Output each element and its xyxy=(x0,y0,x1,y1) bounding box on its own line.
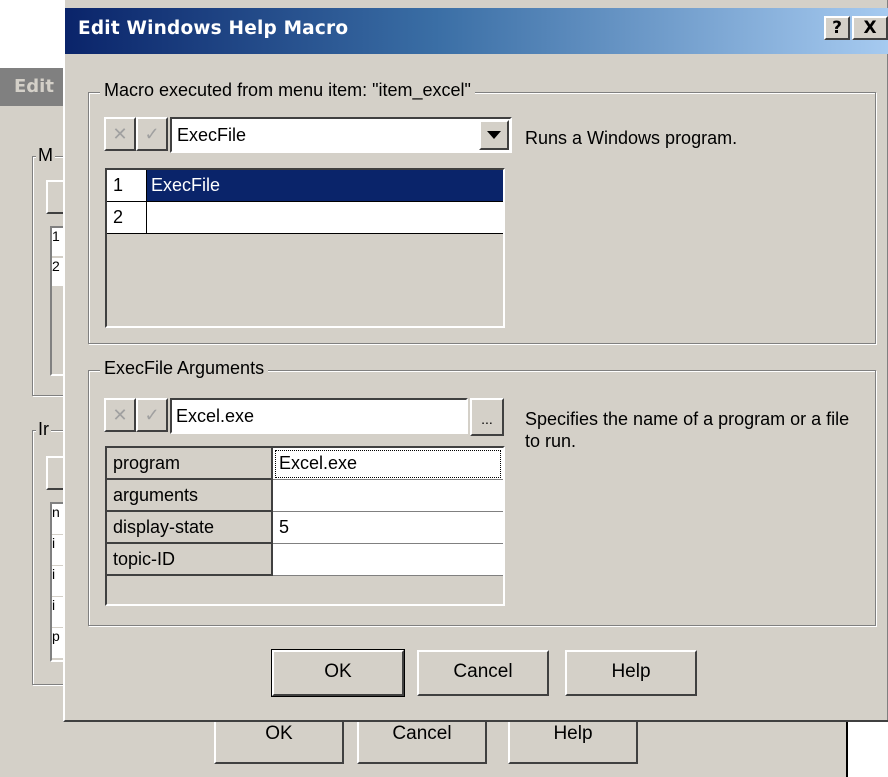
cancel-argument-edit-button[interactable]: ✕ xyxy=(104,398,136,432)
dropdown-button[interactable] xyxy=(479,120,509,150)
background-ok-button: OK xyxy=(214,720,344,764)
list-item-number: 1 xyxy=(107,170,147,202)
arguments-group-legend: ExecFile Arguments xyxy=(100,357,269,379)
chevron-down-icon xyxy=(487,131,501,139)
list-item[interactable]: 1 ExecFile xyxy=(107,170,503,202)
cancel-button[interactable]: Cancel xyxy=(417,650,549,696)
macro-select[interactable]: ExecFile xyxy=(170,117,512,153)
macro-group-legend: Macro executed from menu item: "item_exc… xyxy=(100,79,475,101)
macro-select-value: ExecFile xyxy=(177,125,247,145)
ok-button[interactable]: OK xyxy=(271,649,405,697)
list-item-value[interactable] xyxy=(147,202,503,234)
argument-name: topic-ID xyxy=(107,544,273,576)
x-icon: ✕ xyxy=(112,405,128,425)
list-item-number: 2 xyxy=(107,202,147,234)
argument-value[interactable]: Excel.exe xyxy=(273,448,503,480)
arguments-table: program Excel.exe arguments display-stat… xyxy=(105,446,505,606)
table-row[interactable]: display-state 5 xyxy=(107,512,503,544)
background-group-1-legend: M xyxy=(36,145,55,165)
table-row[interactable]: topic-ID xyxy=(107,544,503,576)
argument-value[interactable] xyxy=(273,544,503,576)
background-help-button: Help xyxy=(508,720,638,764)
check-icon: ✓ xyxy=(144,124,160,144)
argument-name: display-state xyxy=(107,512,273,544)
list-item[interactable]: 2 xyxy=(107,202,503,234)
check-icon: ✓ xyxy=(144,405,160,425)
context-help-button[interactable]: ? xyxy=(824,16,850,40)
macro-list: 1 ExecFile 2 xyxy=(105,168,505,328)
macro-description: Runs a Windows program. xyxy=(525,128,738,148)
argument-value[interactable]: 5 xyxy=(273,512,503,544)
close-button[interactable]: X xyxy=(852,16,888,40)
argument-description: Specifies the name of a program or a fil… xyxy=(525,409,850,451)
argument-value[interactable] xyxy=(273,480,503,512)
background-title-bar: Edit xyxy=(0,68,70,106)
dialog-title: Edit Windows Help Macro xyxy=(78,18,349,39)
accept-edit-button[interactable]: ✓ xyxy=(136,117,168,151)
accept-argument-edit-button[interactable]: ✓ xyxy=(136,398,168,432)
table-row[interactable]: program Excel.exe xyxy=(107,448,503,480)
x-icon: ✕ xyxy=(112,124,128,144)
cancel-edit-button[interactable]: ✕ xyxy=(104,117,136,151)
help-button[interactable]: Help xyxy=(565,650,697,696)
browse-button[interactable]: ... xyxy=(470,398,504,436)
background-cancel-button: Cancel xyxy=(357,720,487,764)
argument-name: program xyxy=(107,448,273,480)
argument-input[interactable]: Excel.exe xyxy=(170,398,468,434)
argument-name: arguments xyxy=(107,480,273,512)
background-group-2-legend: Ir xyxy=(36,419,51,439)
list-item-value[interactable]: ExecFile xyxy=(147,170,503,202)
table-row[interactable]: arguments xyxy=(107,480,503,512)
